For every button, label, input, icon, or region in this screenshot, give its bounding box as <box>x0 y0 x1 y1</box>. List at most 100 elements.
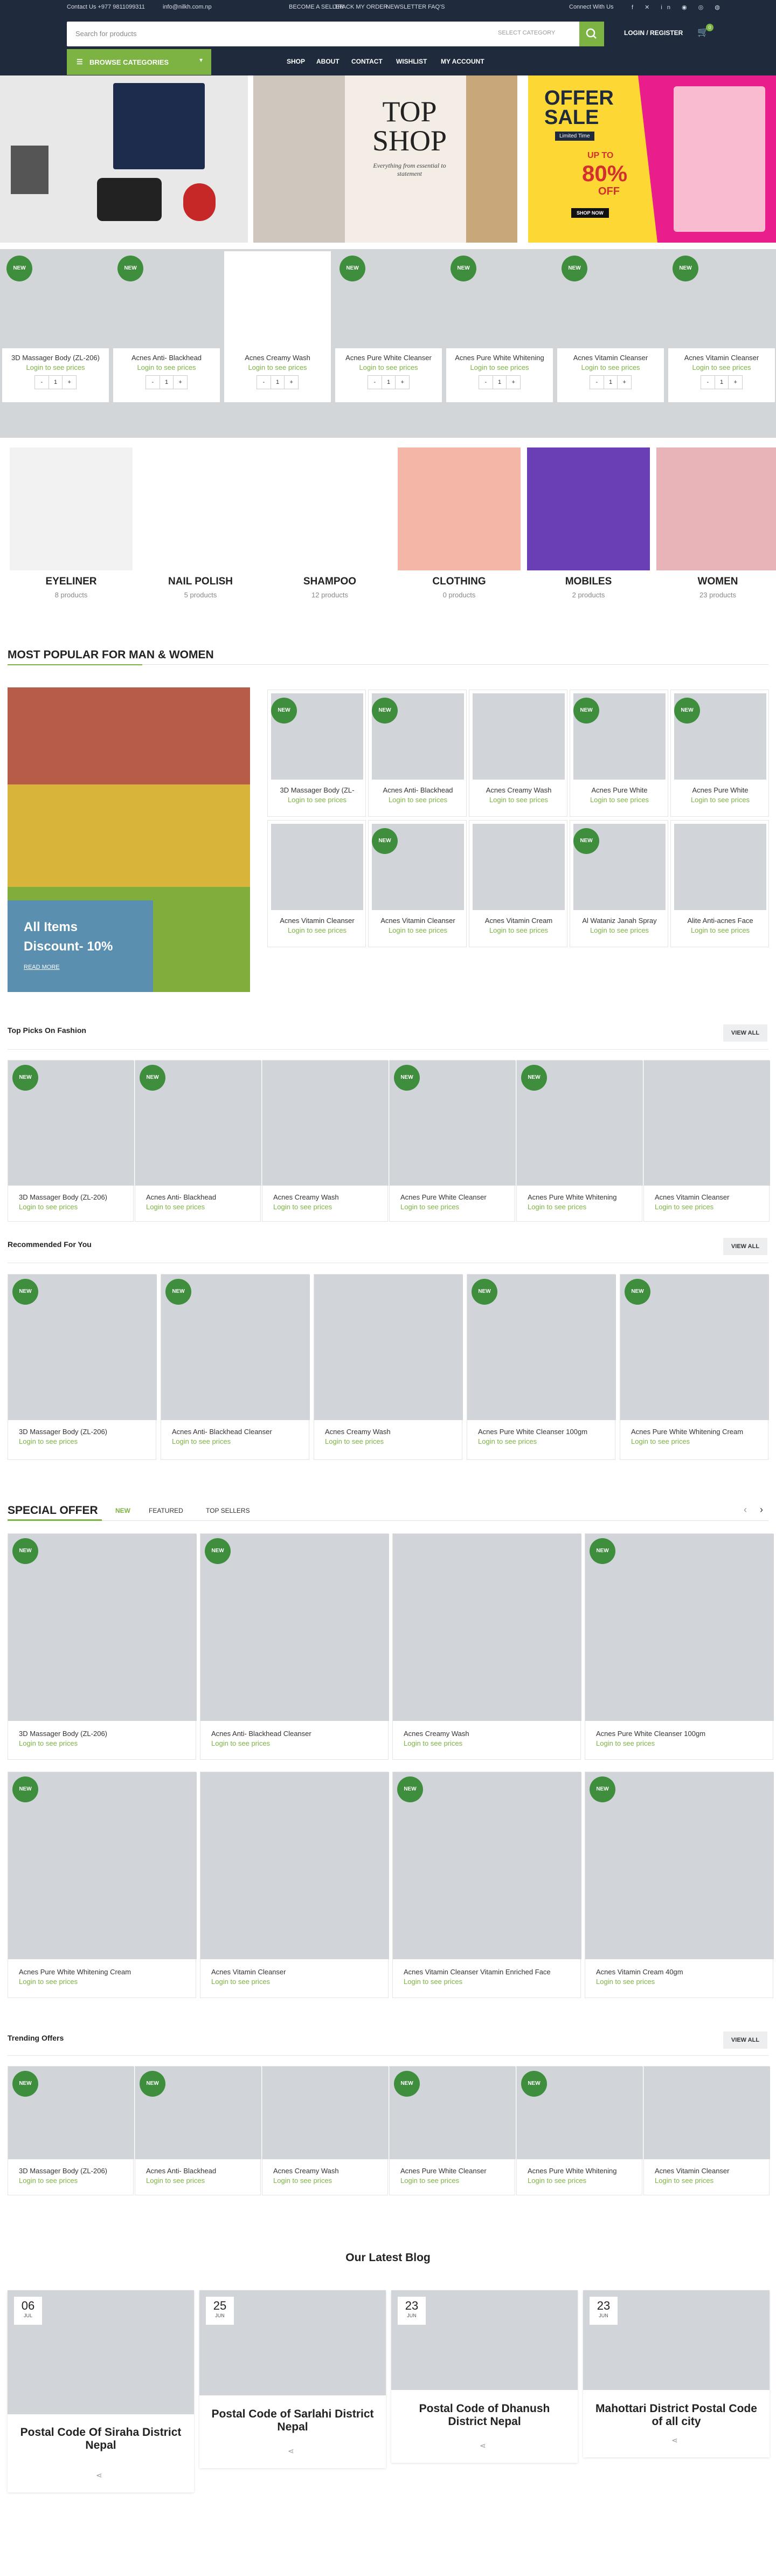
category-image[interactable] <box>268 447 391 570</box>
product-card[interactable]: NEW Acnes Pure White Login to see prices <box>670 690 769 817</box>
hero-banner-electronics[interactable] <box>0 75 248 243</box>
blog-card[interactable]: 23 JUN Mahottari District Postal Code of a… <box>583 2290 770 2457</box>
login-to-see-prices[interactable]: Login to see prices <box>19 1739 199 1747</box>
product-name[interactable]: 3D Massager Body (ZL-206) <box>19 1193 136 1201</box>
search-input[interactable]: Search for products <box>75 30 136 38</box>
login-to-see-prices[interactable]: Login to see prices <box>117 363 216 371</box>
product-card[interactable]: NEW Al Wataniz Janah Spray Login to see pr… <box>570 820 668 947</box>
product-card[interactable]: NEW Acnes Pure White Whitening Login to se… <box>516 1060 643 1222</box>
product-name[interactable]: Acnes Pure White Cleanser <box>400 2167 518 2175</box>
plus-button[interactable]: + <box>285 376 298 389</box>
login-to-see-prices[interactable]: Login to see prices <box>562 363 660 371</box>
minus-button[interactable]: - <box>146 376 160 389</box>
product-name[interactable]: Acnes Pure White Whitening <box>451 354 549 362</box>
next-arrow-icon[interactable]: › <box>760 1504 763 1516</box>
quantity-value[interactable]: 1 <box>271 376 285 389</box>
login-to-see-prices[interactable]: Login to see prices <box>211 1978 391 1986</box>
login-to-see-prices[interactable]: Login to see prices <box>373 796 463 804</box>
login-to-see-prices[interactable]: Login to see prices <box>211 1739 391 1747</box>
minus-button[interactable]: - <box>257 376 271 389</box>
blog-post-title[interactable]: Postal Code of Dhanush District Nepal <box>402 2402 567 2428</box>
product-image[interactable] <box>644 1060 770 1186</box>
shop-now-button[interactable]: SHOP NOW <box>571 208 609 218</box>
product-image[interactable] <box>224 251 331 348</box>
minus-button[interactable]: - <box>590 376 604 389</box>
product-name[interactable]: Acnes Anti- Blackhead Cleanser <box>211 1730 391 1738</box>
product-name[interactable]: Acnes Vitamin Cleanser <box>211 1968 391 1976</box>
login-to-see-prices[interactable]: Login to see prices <box>373 926 463 934</box>
prev-arrow-icon[interactable]: ‹ <box>744 1504 747 1516</box>
product-card[interactable]: Acnes Creamy Wash Login to see prices <box>469 690 567 817</box>
product-name[interactable]: Acnes Anti- Blackhead <box>373 786 463 794</box>
plus-button[interactable]: + <box>507 376 520 389</box>
contact-email[interactable]: info@nilkh.com.np <box>163 4 212 10</box>
product-image[interactable] <box>8 1534 197 1721</box>
product-name[interactable]: Alite Anti-acnes Face <box>675 917 765 925</box>
login-to-see-prices[interactable]: Login to see prices <box>400 2176 518 2185</box>
search-button[interactable] <box>579 22 604 46</box>
product-name[interactable]: Acnes Anti- Blackhead Cleanser <box>172 1428 312 1436</box>
share-icon[interactable]: ⋖ <box>671 2436 678 2445</box>
product-name[interactable]: Acnes Pure White Cleanser 100gm <box>478 1428 618 1436</box>
minus-button[interactable]: - <box>35 376 49 389</box>
login-to-see-prices[interactable]: Login to see prices <box>574 926 664 934</box>
login-to-see-prices[interactable]: Login to see prices <box>675 926 765 934</box>
product-card[interactable]: NEW Acnes Vitamin Cleanser Login to see pr… <box>368 820 467 947</box>
browse-categories-button[interactable]: ☰ BROWSE CATEGORIES ▼ <box>67 49 211 75</box>
login-to-see-prices[interactable]: Login to see prices <box>272 926 362 934</box>
product-name[interactable]: Al Wataniz Janah Spray <box>574 917 664 925</box>
quantity-stepper[interactable]: -1 + <box>590 375 632 389</box>
product-card[interactable]: Alite Anti-acnes Face Login to see prices <box>670 820 769 947</box>
product-image[interactable] <box>8 1772 197 1959</box>
login-to-see-prices[interactable]: Login to see prices <box>325 1437 465 1445</box>
product-card[interactable]: Acnes Vitamin Cleanser Login to see price… <box>643 2066 770 2195</box>
product-name[interactable]: 3D Massager Body (ZL-206) <box>19 1428 159 1436</box>
product-image[interactable] <box>473 824 565 910</box>
product-card[interactable]: NEW Acnes Anti- Blackhead Login to see pri… <box>135 2066 261 2195</box>
product-name[interactable]: 3D Massager Body (ZL-206) <box>19 1730 199 1738</box>
plus-button[interactable]: + <box>618 376 631 389</box>
login-to-see-prices[interactable]: Login to see prices <box>474 796 564 804</box>
product-name[interactable]: Acnes Pure White Cleanser <box>340 354 438 362</box>
product-name[interactable]: Acnes Vitamin Cleanser <box>673 354 771 362</box>
link-track-order[interactable]: TRACK MY ORDER <box>334 4 387 10</box>
trending-view-all[interactable]: VIEW ALL <box>723 2031 767 2049</box>
quantity-stepper[interactable]: -1 + <box>368 375 410 389</box>
recommended-view-all[interactable]: VIEW ALL <box>723 1238 767 1255</box>
nav-my-account[interactable]: MY ACCOUNT <box>441 58 484 65</box>
hero-banner-offer-sale[interactable]: OFFER SALE Limited Time UP TO 80% OFF SH… <box>528 75 776 243</box>
login-to-see-prices[interactable]: Login to see prices <box>451 363 549 371</box>
product-card[interactable]: NEW Acnes Vitamin Cleanser Vitamin Enrich… <box>392 1772 581 1998</box>
login-to-see-prices[interactable]: Login to see prices <box>478 1437 618 1445</box>
minus-button[interactable]: - <box>479 376 493 389</box>
category-name[interactable]: CLOTHING <box>397 576 521 588</box>
product-name[interactable]: Acnes Vitamin Cream <box>474 917 564 925</box>
product-card[interactable]: Acnes Creamy Wash Login to see prices <box>262 1060 391 1222</box>
category-image[interactable] <box>398 447 521 570</box>
login-to-see-prices[interactable]: Login to see prices <box>273 1203 391 1211</box>
tab-featured[interactable]: FEATURED <box>149 1507 183 1514</box>
product-name[interactable]: Acnes Pure White Whitening Cream <box>19 1968 199 1976</box>
login-register-link[interactable]: LOGIN / REGISTER <box>624 29 683 37</box>
quantity-value[interactable]: 1 <box>382 376 396 389</box>
quantity-value[interactable]: 1 <box>49 376 63 389</box>
login-to-see-prices[interactable]: Login to see prices <box>19 1203 136 1211</box>
product-card[interactable]: NEW Acnes Pure White Cleanser 100gm Login … <box>467 1274 618 1460</box>
quantity-stepper[interactable]: -1 + <box>479 375 521 389</box>
login-to-see-prices[interactable]: Login to see prices <box>596 1739 776 1747</box>
login-to-see-prices[interactable]: Login to see prices <box>272 796 362 804</box>
minus-button[interactable]: - <box>368 376 382 389</box>
product-name[interactable]: Acnes Pure White Whitening Cream <box>631 1428 771 1436</box>
login-to-see-prices[interactable]: Login to see prices <box>655 2176 772 2185</box>
product-name[interactable]: Acnes Pure White Whitening <box>528 2167 645 2175</box>
product-name[interactable]: Acnes Vitamin Cream 40gm <box>596 1968 776 1976</box>
category-name[interactable]: EYELINER <box>9 576 133 588</box>
login-to-see-prices[interactable]: Login to see prices <box>596 1978 776 1986</box>
product-card[interactable]: NEW Acnes Pure White Whitening Login to se… <box>516 2066 645 2195</box>
product-name[interactable]: Acnes Creamy Wash <box>404 1730 584 1738</box>
category-name[interactable]: WOMEN <box>656 576 776 588</box>
login-to-see-prices[interactable]: Login to see prices <box>273 2176 391 2185</box>
product-card[interactable]: NEW Acnes Pure White Cleanser 100gm Login … <box>585 1533 776 1760</box>
category-image[interactable] <box>10 447 133 570</box>
plus-button[interactable]: + <box>729 376 742 389</box>
